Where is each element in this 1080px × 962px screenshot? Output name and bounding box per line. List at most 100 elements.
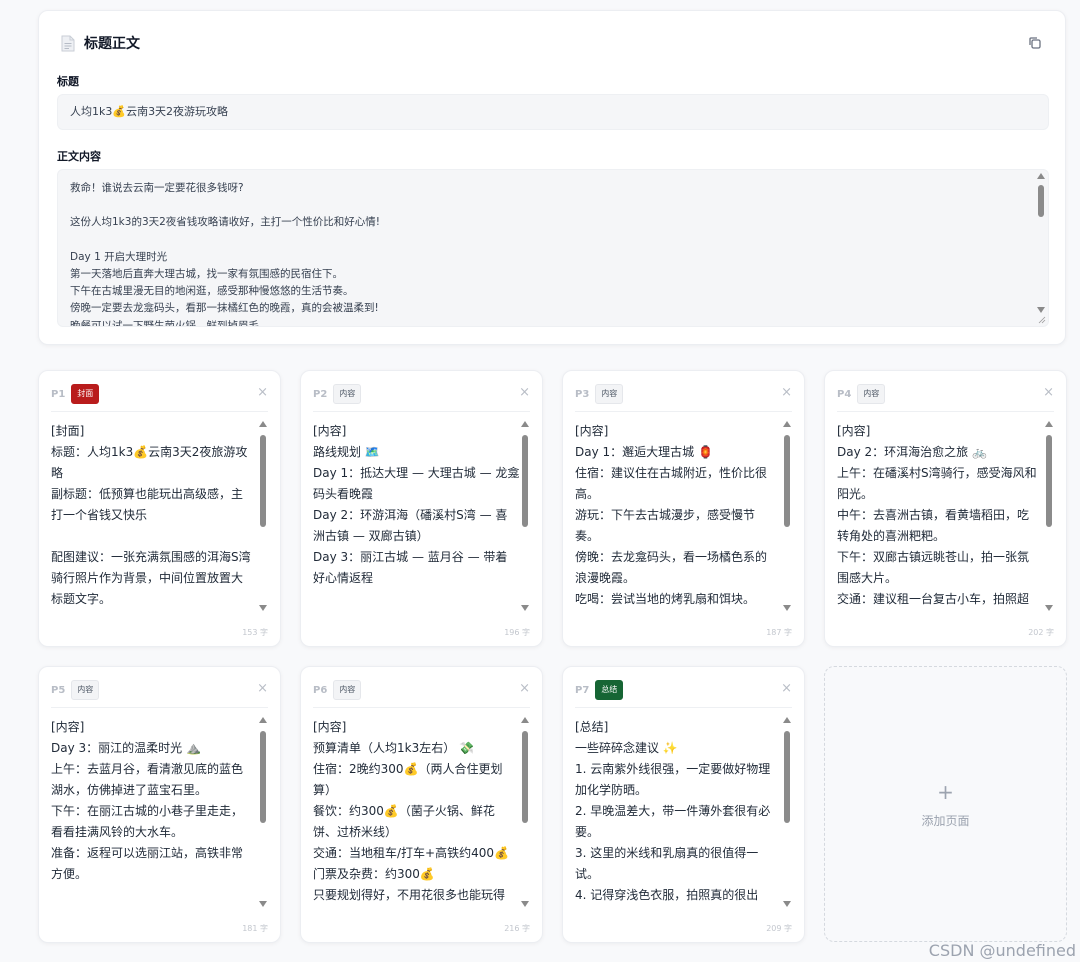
scroll-thumb[interactable] — [522, 435, 528, 527]
close-icon[interactable]: × — [781, 385, 792, 400]
scroll-up-arrow[interactable] — [259, 717, 267, 723]
resize-grip-icon[interactable] — [1038, 316, 1046, 324]
card-scrollbar[interactable] — [782, 717, 792, 907]
char-count: 209 字 — [766, 924, 792, 933]
copy-icon[interactable] — [1027, 35, 1043, 51]
body-textarea[interactable]: 救命！谁说去云南一定要花很多钱呀? 这份人均1k3的3天2夜省钱攻略请收好，主打一… — [57, 169, 1049, 327]
card-scrollbar[interactable] — [520, 717, 530, 907]
close-icon[interactable]: × — [257, 681, 268, 696]
page-card[interactable]: P3 内容 × [内容] Day 1：邂逅大理古城 🏮 住宿：建议住在古城附近，性价比很高… — [562, 370, 805, 647]
close-icon[interactable]: × — [781, 681, 792, 696]
card-line: 路线规划 🗺️ — [313, 445, 380, 459]
card-line: [内容] — [51, 720, 85, 734]
close-icon[interactable]: × — [1043, 385, 1054, 400]
scroll-thumb[interactable] — [1046, 435, 1052, 527]
page-number: P7 — [575, 684, 590, 696]
card-line: 下午：双廊古镇远眺苍山，拍一张氛 — [837, 550, 1030, 564]
card-textarea[interactable]: [内容] Day 1：邂逅大理古城 🏮 住宿：建议住在古城附近，性价比很 高。 游玩：下… — [575, 421, 783, 611]
card-line: 预算清单（人均1k3左右） 💸 — [313, 741, 474, 755]
page-type-tag: 封面 — [71, 384, 100, 404]
char-count: 153 字 — [242, 628, 268, 637]
divider — [51, 411, 268, 412]
card-textarea[interactable]: [内容] 路线规划 🗺️ Day 1：抵达大理 — 大理古城 — 龙龛 码头看晚霞 Da… — [313, 421, 521, 611]
scroll-thumb[interactable] — [1038, 185, 1044, 217]
scroll-down-arrow[interactable] — [259, 901, 267, 907]
scroll-up-arrow[interactable] — [783, 421, 791, 427]
scroll-up-arrow[interactable] — [1037, 173, 1045, 179]
scroll-down-arrow[interactable] — [783, 901, 791, 907]
scroll-up-arrow[interactable] — [783, 717, 791, 723]
card-line: 餐饮：约300💰（菌子火锅、鲜花 — [313, 804, 495, 818]
page-card[interactable]: P6 内容 × [内容] 预算清单（人均1k3左右） 💸 住宿：2晚约300💰（两人合住更… — [300, 666, 543, 943]
card-textarea[interactable]: [总结] 一些碎碎念建议 ✨ 1. 云南紫外线很强，一定要做好物理 加化学防晒。 2. … — [575, 717, 783, 907]
body-line — [70, 197, 1036, 214]
card-scrollbar[interactable] — [520, 421, 530, 611]
card-line: 配图建议：一张充满氛围感的洱海S湾 — [51, 550, 251, 564]
page-card[interactable]: P4 内容 × [内容] Day 2：环洱海治愈之旅 🚲 上午：在磻溪村S湾骑行，感受海风… — [824, 370, 1067, 647]
page-card[interactable]: P5 内容 × [内容] Day 3：丽江的温柔时光 ⛰️ 上午：去蓝月谷，看清澈见底的蓝… — [38, 666, 281, 943]
card-line: 一些碎碎念建议 ✨ — [575, 741, 678, 755]
scroll-down-arrow[interactable] — [783, 605, 791, 611]
scroll-down-arrow[interactable] — [521, 605, 529, 611]
card-textarea[interactable]: [内容] 预算清单（人均1k3左右） 💸 住宿：2晚约300💰（两人合住更划 算） 餐饮… — [313, 717, 521, 907]
card-line: 下午：在丽江古城的小巷子里走走， — [51, 804, 244, 818]
card-line: Day 3：丽江古城 — 蓝月谷 — 带着 — [313, 550, 508, 564]
char-count: 202 字 — [1028, 628, 1054, 637]
card-line: 浪漫晚霞。 — [575, 571, 636, 585]
close-icon[interactable]: × — [519, 681, 530, 696]
card-line: [内容] — [837, 424, 871, 438]
card-scrollbar[interactable] — [258, 421, 268, 611]
card-line: Day 2：环洱海治愈之旅 🚲 — [837, 445, 987, 459]
scroll-thumb[interactable] — [260, 731, 266, 823]
page-type-tag: 总结 — [595, 680, 624, 700]
scroll-thumb[interactable] — [260, 435, 266, 527]
close-icon[interactable]: × — [519, 385, 530, 400]
page-card[interactable]: P2 内容 × [内容] 路线规划 🗺️ Day 1：抵达大理 — 大理古城 — 龙龛 码头… — [300, 370, 543, 647]
body-line — [70, 232, 1036, 249]
card-line: 交通：当地租车/打车+高铁约400💰 — [313, 846, 509, 860]
card-line: 奏。 — [575, 529, 600, 543]
card-line: Day 1：抵达大理 — 大理古城 — 龙龛 — [313, 466, 520, 480]
card-line: 住宿：2晚约300💰（两人合住更划 — [313, 762, 503, 776]
char-count: 216 字 — [504, 924, 530, 933]
scroll-down-arrow[interactable] — [1045, 605, 1053, 611]
card-line: Day 2：环游洱海（磻溪村S湾 — 喜 — [313, 508, 508, 522]
card-line: 中午：去喜洲古镇，看黄墙稻田，吃 — [837, 508, 1030, 522]
panel-header: 标题正文 — [61, 33, 140, 53]
page-card[interactable]: P7 总结 × [总结] 一些碎碎念建议 ✨ 1. 云南紫外线很强，一定要做好物理 加化学防… — [562, 666, 805, 943]
scroll-up-arrow[interactable] — [1045, 421, 1053, 427]
card-header: P5 内容 × — [51, 679, 268, 701]
card-scrollbar[interactable] — [1044, 421, 1054, 611]
page-type-tag: 内容 — [857, 384, 886, 404]
scroll-up-arrow[interactable] — [259, 421, 267, 427]
add-page-button[interactable]: + 添加页面 — [824, 666, 1067, 942]
page-type-tag: 内容 — [595, 384, 624, 404]
card-line: 游玩：下午去古城漫步，感受慢节 — [575, 508, 756, 522]
card-scrollbar[interactable] — [782, 421, 792, 611]
card-textarea[interactable]: [封面] 标题：人均1k3💰云南3天2夜旅游攻略副标题：低预算也能玩出高级感，主打… — [51, 421, 259, 611]
card-textarea[interactable]: [内容] Day 2：环洱海治愈之旅 🚲 上午：在磻溪村S湾骑行，感受海风和 阳光。中… — [837, 421, 1045, 611]
scroll-thumb[interactable] — [522, 731, 528, 823]
page-card[interactable]: P1 封面 × [封面] 标题：人均1k3💰云南3天2夜旅游攻略副标题：低预算也能玩出高… — [38, 370, 281, 647]
scroll-thumb[interactable] — [784, 731, 790, 823]
close-icon[interactable]: × — [257, 385, 268, 400]
title-input[interactable]: 人均1k3💰云南3天2夜游玩攻略 — [57, 94, 1049, 130]
scroll-up-arrow[interactable] — [521, 717, 529, 723]
card-line: 副标题：低预算也能玩出高级感，主 — [51, 487, 244, 501]
divider — [837, 411, 1054, 412]
scroll-down-arrow[interactable] — [259, 605, 267, 611]
body-scrollbar[interactable] — [1036, 173, 1046, 313]
body-line: Day 1 开启大理时光 — [70, 250, 168, 263]
scroll-down-arrow[interactable] — [1037, 307, 1045, 313]
scroll-up-arrow[interactable] — [521, 421, 529, 427]
card-header: P1 封面 × — [51, 383, 268, 405]
scroll-down-arrow[interactable] — [521, 901, 529, 907]
watermark: CSDN @undefined — [928, 941, 1076, 960]
page-number: P5 — [51, 684, 66, 696]
divider — [575, 411, 792, 412]
card-line: [内容] — [313, 424, 347, 438]
card-line: 上午：去蓝月谷，看清澈见底的蓝色 — [51, 762, 244, 776]
scroll-thumb[interactable] — [784, 435, 790, 527]
card-scrollbar[interactable] — [258, 717, 268, 907]
card-textarea[interactable]: [内容] Day 3：丽江的温柔时光 ⛰️ 上午：去蓝月谷，看清澈见底的蓝色 湖水，仿… — [51, 717, 259, 907]
